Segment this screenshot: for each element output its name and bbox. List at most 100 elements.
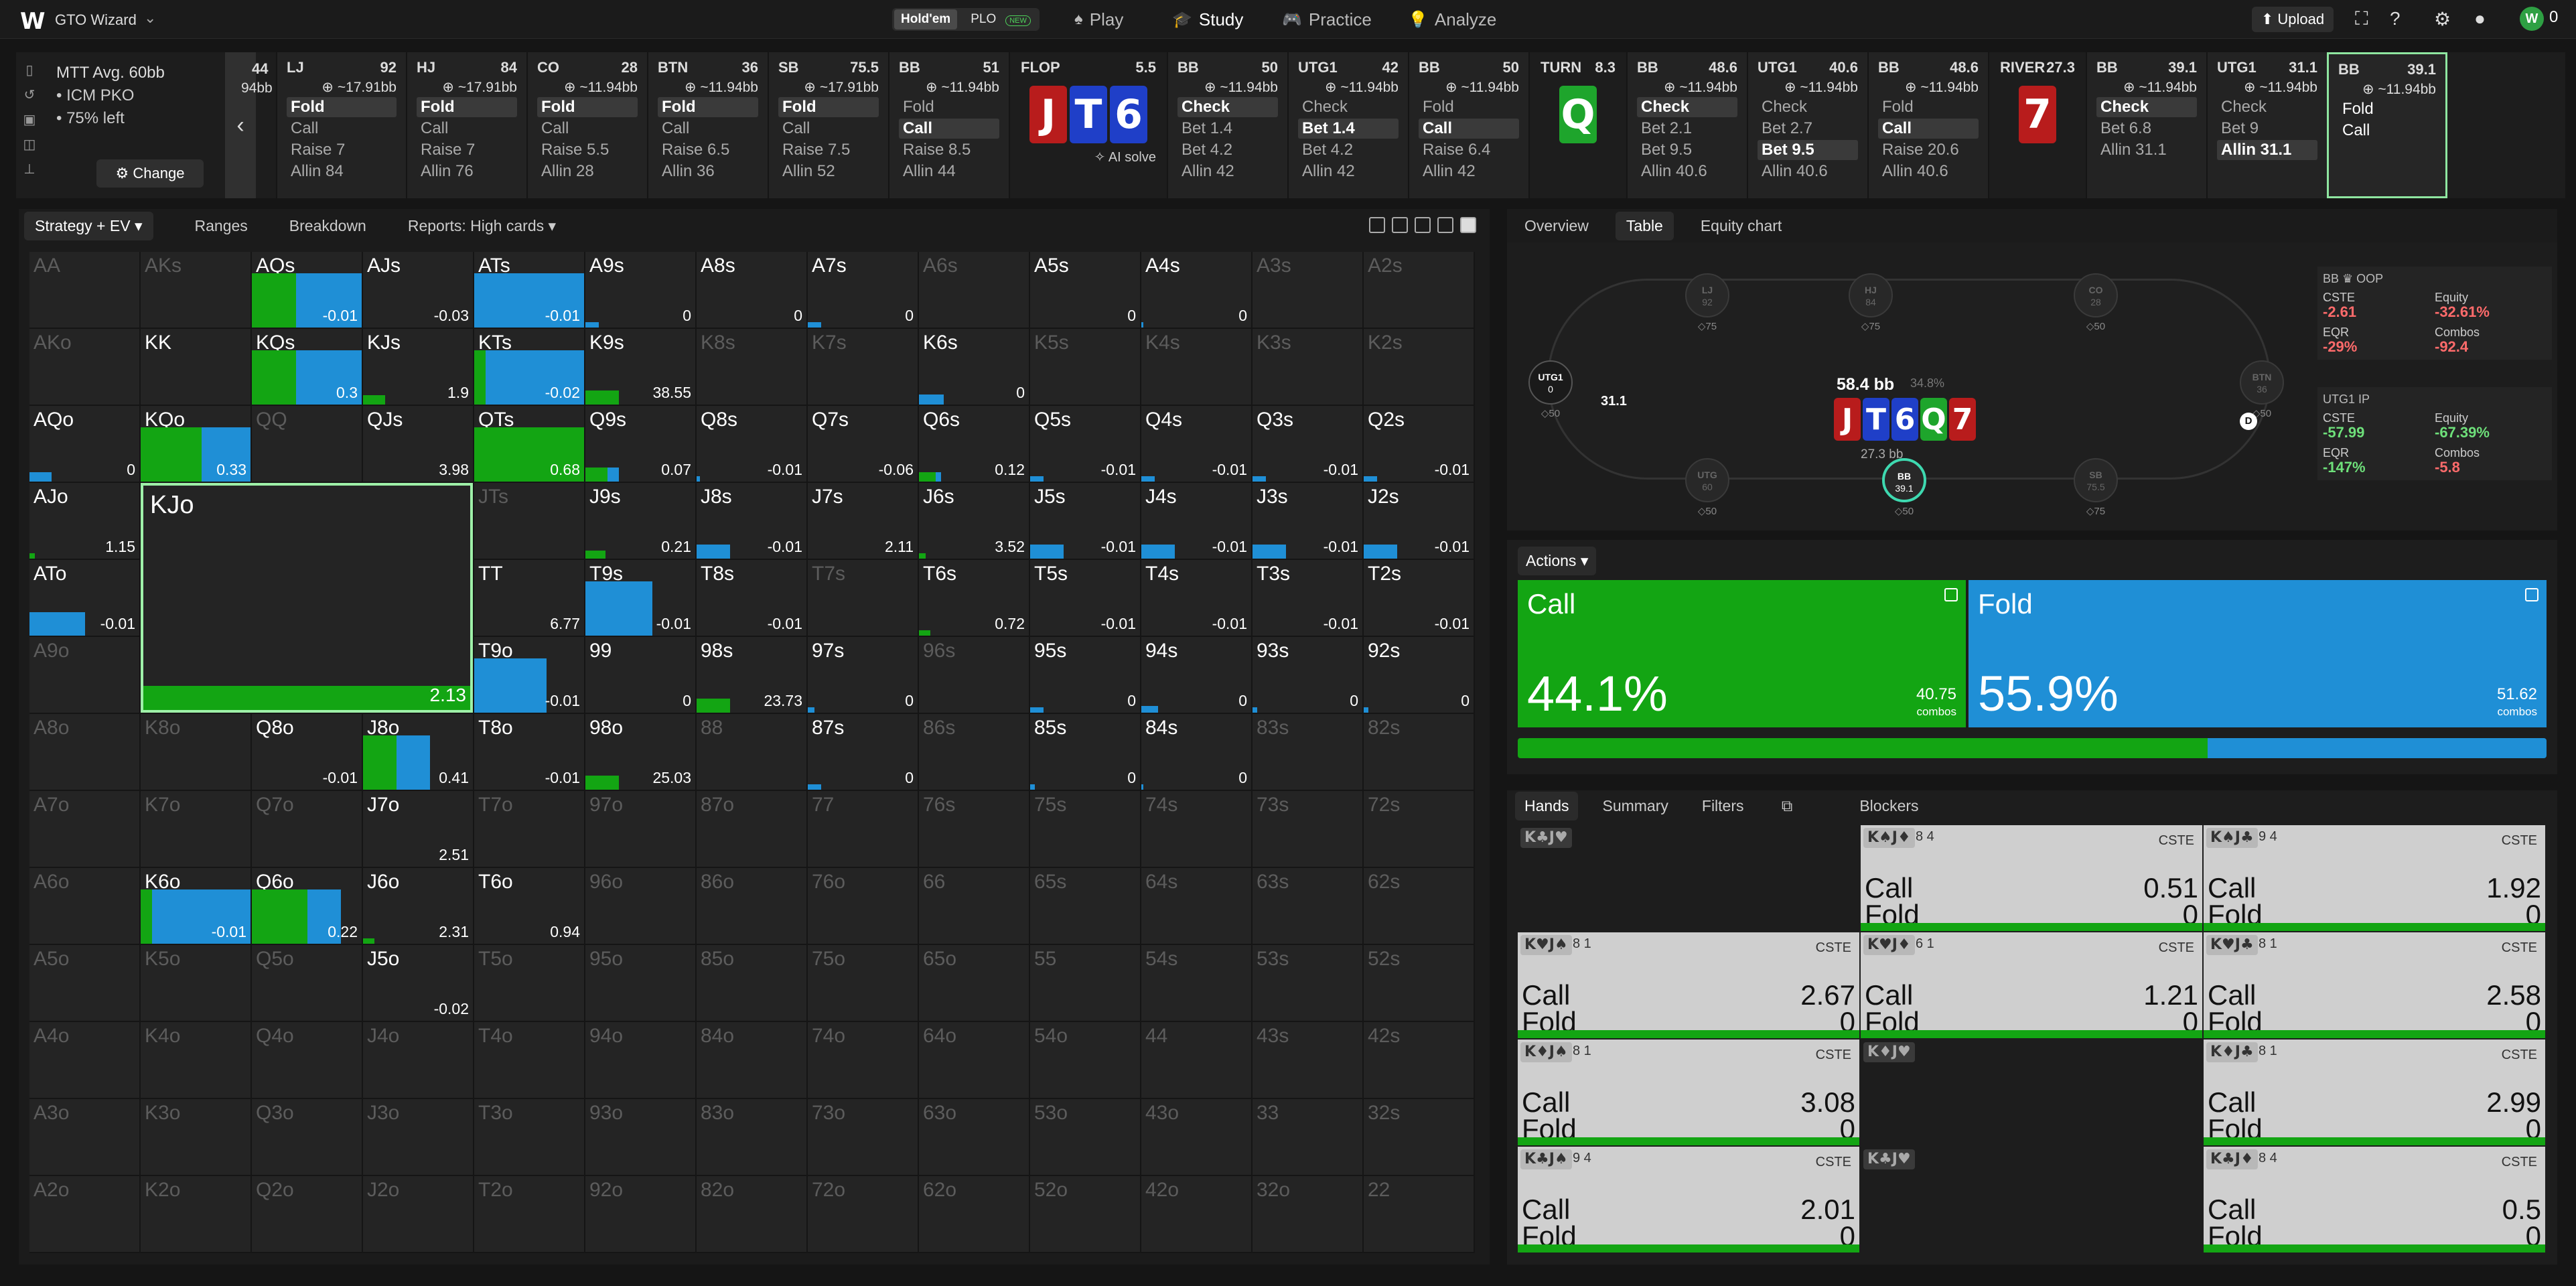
card-option[interactable]: Fold: [1878, 97, 1979, 117]
matrix-cell[interactable]: K8o: [141, 714, 252, 791]
card-option[interactable]: Allin 84: [287, 161, 397, 182]
matrix-cell[interactable]: 42s: [1364, 1022, 1475, 1099]
matrix-cell[interactable]: T5s -0.01: [1030, 560, 1141, 637]
matrix-cell[interactable]: 93o: [585, 1099, 697, 1176]
matrix-cell[interactable]: 64s: [1141, 868, 1253, 945]
matrix-cell[interactable]: J3s -0.01: [1253, 483, 1364, 560]
tab-reports[interactable]: Reports: High cards ▾: [408, 217, 556, 235]
user-icon[interactable]: ●: [2474, 8, 2486, 29]
scan-icon[interactable]: ⛶: [2355, 8, 2368, 30]
matrix-cell[interactable]: T4s -0.01: [1141, 560, 1253, 637]
matrix-cell[interactable]: K3s: [1253, 329, 1364, 406]
nav-analyze[interactable]: 💡 Analyze: [1408, 5, 1496, 33]
card-option[interactable]: Call: [537, 119, 638, 139]
matrix-cell[interactable]: 98s 23.73: [697, 637, 808, 714]
matrix-cell[interactable]: J2o: [363, 1176, 474, 1253]
action-card-co[interactable]: CO 28 ⊕ ~11.94bb Fold Call Raise 5.5 Allin 28: [526, 52, 647, 198]
card-option[interactable]: Call: [899, 119, 999, 139]
matrix-cell[interactable]: 22: [1364, 1176, 1475, 1253]
matrix-cell[interactable]: K2o: [141, 1176, 252, 1253]
matrix-cell[interactable]: 53o: [1030, 1099, 1141, 1176]
card-option[interactable]: Allin 28: [537, 161, 638, 182]
matrix-cell[interactable]: A3s: [1253, 252, 1364, 329]
card-option[interactable]: Raise 7.5: [778, 140, 879, 160]
matrix-cell[interactable]: 76o: [808, 868, 919, 945]
help-icon[interactable]: ?: [2390, 8, 2401, 29]
card-option[interactable]: Check: [2096, 97, 2197, 117]
matrix-cell[interactable]: Q5s -0.01: [1030, 406, 1141, 483]
matrix-cell[interactable]: Q8o -0.01: [252, 714, 363, 791]
matrix-cell[interactable]: T7o: [474, 791, 585, 868]
matrix-cell[interactable]: T2o: [474, 1176, 585, 1253]
matrix-cell[interactable]: 63s: [1253, 868, 1364, 945]
brand-name[interactable]: GTO Wizard: [55, 11, 137, 29]
view-split-icon[interactable]: [1415, 217, 1431, 233]
action-card-utg1[interactable]: UTG1 31.1 ⊕ ~11.94bb Check Bet 9 Allin 31.1: [2206, 52, 2327, 198]
card-option[interactable]: Check: [1298, 97, 1399, 117]
matrix-cell[interactable]: Q6s 0.12: [919, 406, 1030, 483]
matrix-cell[interactable]: T4o: [474, 1022, 585, 1099]
card-option[interactable]: Allin 76: [417, 161, 517, 182]
matrix-cell[interactable]: T9o -0.01: [474, 637, 585, 714]
card-option[interactable]: Allin 42: [1419, 161, 1519, 182]
hand-combo[interactable]: K♠J♦ 8 4 CSTE Call 0.51 Fold 0: [1861, 825, 2202, 931]
call-action-box[interactable]: Call 44.1% 40.75 combos: [1518, 580, 1966, 727]
matrix-cell[interactable]: A6o: [29, 868, 141, 945]
matrix-cell[interactable]: J4s -0.01: [1141, 483, 1253, 560]
card-option[interactable]: Bet 9: [2217, 119, 2317, 139]
matrix-cell[interactable]: 44: [1141, 1022, 1253, 1099]
matrix-cell[interactable]: 74s: [1141, 791, 1253, 868]
matrix-cell[interactable]: K7o: [141, 791, 252, 868]
matrix-cell[interactable]: TT 6.77: [474, 560, 585, 637]
matrix-cell[interactable]: 65o: [919, 945, 1030, 1022]
seat-sb[interactable]: SB 75.5: [2074, 458, 2118, 502]
matrix-cell[interactable]: 75s: [1030, 791, 1141, 868]
controller-icon[interactable]: ◫: [23, 136, 36, 153]
tab-breakdown[interactable]: Breakdown: [289, 217, 366, 235]
matrix-cell[interactable]: T6s 0.72: [919, 560, 1030, 637]
matrix-cell[interactable]: 33: [1253, 1099, 1364, 1176]
hand-combo[interactable]: K♦J♥: [1861, 1040, 2202, 1145]
expand-icon[interactable]: [2525, 588, 2538, 601]
seat-hj[interactable]: HJ 84: [1849, 273, 1893, 317]
tab-equity-chart[interactable]: Equity chart: [1701, 217, 1782, 235]
matrix-cell[interactable]: A9o: [29, 637, 141, 714]
matrix-cell[interactable]: J2s -0.01: [1364, 483, 1475, 560]
card-option[interactable]: Call: [658, 119, 758, 139]
matrix-cell[interactable]: 97s 0: [808, 637, 919, 714]
hand-combo[interactable]: K♥J♠ 8 1 CSTE Call 2.67 Fold 0: [1518, 932, 1859, 1038]
matrix-cell[interactable]: QTs 0.68: [474, 406, 585, 483]
street-river[interactable]: RIVER 27.3 7: [1988, 52, 2086, 198]
tab-summary[interactable]: Summary: [1602, 797, 1668, 815]
matrix-cell[interactable]: 96o: [585, 868, 697, 945]
matrix-cell[interactable]: 86o: [697, 868, 808, 945]
seat-utg[interactable]: UTG 60: [1685, 458, 1729, 502]
card-option[interactable]: Fold: [899, 97, 999, 117]
matrix-cell[interactable]: T3o: [474, 1099, 585, 1176]
view-half-icon[interactable]: [1392, 217, 1408, 233]
matrix-cell[interactable]: 42o: [1141, 1176, 1253, 1253]
card-option[interactable]: Fold: [1419, 97, 1519, 117]
matrix-cell[interactable]: A8s 0: [697, 252, 808, 329]
seat-btn[interactable]: BTN 36: [2240, 360, 2284, 405]
matrix-cell[interactable]: AQs -0.01: [252, 252, 363, 329]
card-option[interactable]: Check: [1637, 97, 1737, 117]
matrix-cell[interactable]: QJs 3.98: [363, 406, 474, 483]
card-option[interactable]: Check: [1177, 97, 1278, 117]
matrix-cell[interactable]: K6s 0: [919, 329, 1030, 406]
matrix-cell[interactable]: A7o: [29, 791, 141, 868]
matrix-cell[interactable]: 73s: [1253, 791, 1364, 868]
matrix-cell[interactable]: Q4s -0.01: [1141, 406, 1253, 483]
action-card-bb[interactable]: BB 51 ⊕ ~11.94bb Fold Call Raise 8.5 Allin 44: [888, 52, 1009, 198]
matrix-cell[interactable]: 92o: [585, 1176, 697, 1253]
matrix-cell[interactable]: 86s: [919, 714, 1030, 791]
tab-ranges[interactable]: Ranges: [195, 217, 248, 235]
card-option[interactable]: Allin 42: [1177, 161, 1278, 182]
matrix-cell[interactable]: JTs: [474, 483, 585, 560]
toggle-holdem[interactable]: Hold'em: [894, 9, 958, 29]
matrix-cell[interactable]: KK: [141, 329, 252, 406]
card-option[interactable]: Allin 40.6: [1758, 161, 1858, 182]
matrix-cell[interactable]: A8o: [29, 714, 141, 791]
card-option[interactable]: Bet 6.8: [2096, 119, 2197, 139]
matrix-cell[interactable]: 97o: [585, 791, 697, 868]
